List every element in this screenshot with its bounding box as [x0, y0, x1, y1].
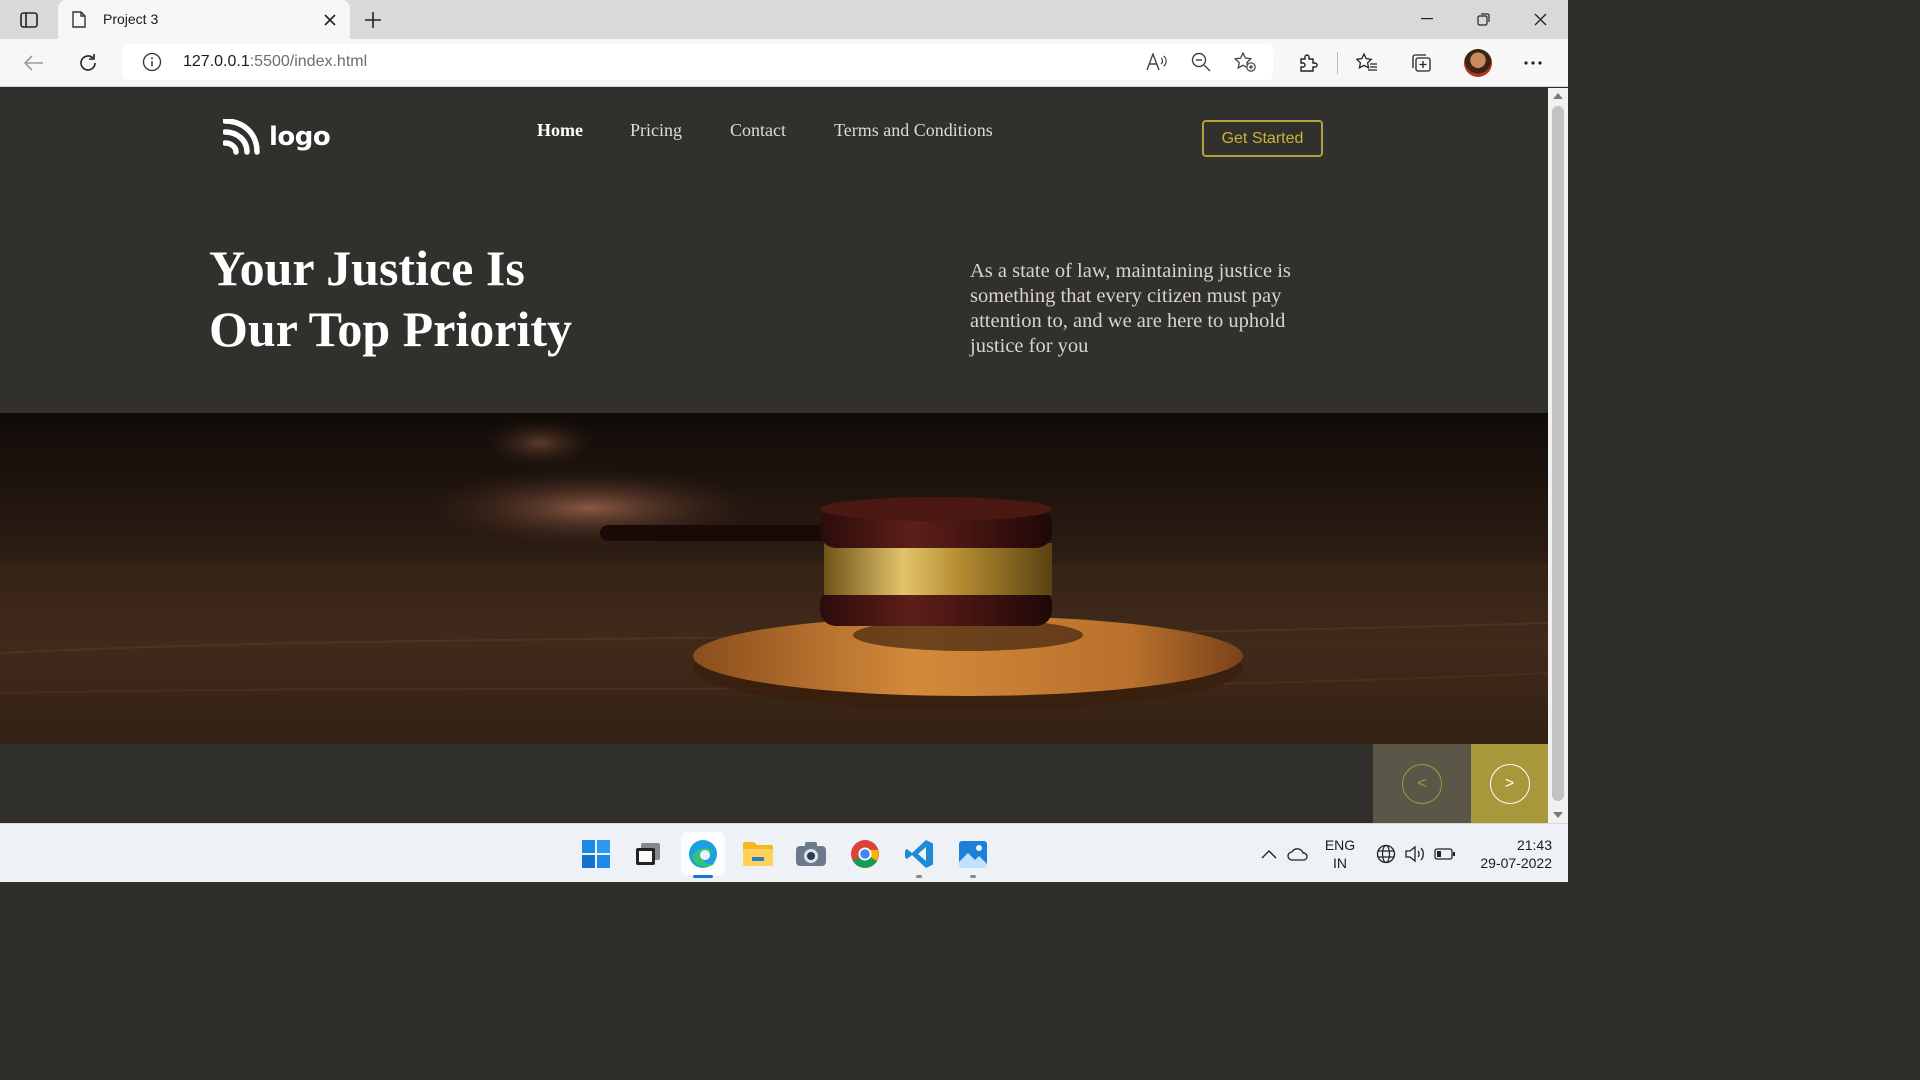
- battery-icon[interactable]: [1434, 844, 1456, 864]
- previous-slide-button[interactable]: <: [1373, 744, 1471, 823]
- zoom-out-icon[interactable]: [1187, 49, 1215, 75]
- more-icon[interactable]: [1518, 49, 1548, 77]
- clock-date: 29-07-2022: [1480, 855, 1552, 871]
- hero-title: Your Justice Is Our Top Priority: [209, 238, 572, 360]
- file-explorer-icon[interactable]: [736, 832, 780, 876]
- document-icon: [72, 11, 86, 33]
- tab-title: Project 3: [103, 11, 159, 27]
- chevron-up-icon[interactable]: [1258, 844, 1280, 864]
- logo-mark-icon: [223, 119, 260, 155]
- address-bar[interactable]: 127.0.0.1:5500/index.html: [122, 44, 1273, 80]
- system-clock[interactable]: 21:43 29-07-2022: [1466, 836, 1552, 872]
- language-region: IN: [1333, 855, 1347, 871]
- url-path: :5500/index.html: [249, 53, 368, 70]
- back-icon[interactable]: [19, 49, 49, 77]
- page-scrollbar[interactable]: [1548, 88, 1568, 823]
- camera-icon[interactable]: [789, 832, 833, 876]
- tab-bar: Project 3: [0, 0, 1568, 39]
- site-logo[interactable]: logo: [223, 119, 331, 155]
- nav-terms[interactable]: Terms and Conditions: [834, 120, 993, 141]
- photos-icon[interactable]: [951, 832, 995, 878]
- info-icon[interactable]: [142, 52, 162, 77]
- close-icon[interactable]: [320, 10, 340, 30]
- previous-label: <: [1402, 763, 1442, 804]
- url-host: 127.0.0.1: [183, 53, 250, 70]
- running-indicator: [916, 875, 922, 878]
- next-label: >: [1489, 763, 1530, 804]
- network-icon[interactable]: [1375, 844, 1397, 864]
- windows-start-icon[interactable]: [574, 832, 618, 876]
- chrome-icon[interactable]: [843, 832, 887, 876]
- volume-icon[interactable]: [1404, 844, 1426, 864]
- get-started-button[interactable]: Get Started: [1202, 120, 1323, 157]
- plus-icon[interactable]: [360, 7, 386, 33]
- nav-home[interactable]: Home: [537, 120, 583, 141]
- gavel-image: [0, 413, 1548, 744]
- collections-icon[interactable]: [1406, 49, 1436, 77]
- nav-pricing[interactable]: Pricing: [630, 120, 682, 141]
- sidebar-icon[interactable]: [14, 8, 44, 32]
- clock-time: 21:43: [1516, 837, 1552, 853]
- extensions-icon[interactable]: [1293, 49, 1323, 77]
- edge-icon[interactable]: [681, 832, 725, 878]
- language-indicator[interactable]: ENG IN: [1322, 836, 1358, 872]
- next-slide-button[interactable]: >: [1471, 744, 1548, 823]
- minimize-icon[interactable]: [1409, 6, 1445, 32]
- language-code: ENG: [1324, 837, 1356, 853]
- page-viewport: logo Home Pricing Contact Terms and Cond…: [0, 88, 1548, 823]
- browser-toolbar: 127.0.0.1:5500/index.html: [0, 39, 1568, 87]
- slider-bar: [0, 744, 1548, 823]
- vscode-icon[interactable]: [897, 832, 941, 878]
- logo-text: logo: [269, 122, 331, 152]
- hero-title-line-2: Our Top Priority: [209, 301, 573, 357]
- running-indicator: [970, 875, 976, 878]
- scrollbar-thumb[interactable]: [1552, 106, 1564, 801]
- hero-title-line-1: Your Justice Is: [209, 240, 525, 296]
- gavel-illustration: [0, 413, 1548, 744]
- restore-icon[interactable]: [1465, 6, 1501, 32]
- scroll-up-icon[interactable]: [1553, 93, 1563, 99]
- read-aloud-icon[interactable]: [1143, 49, 1171, 75]
- window-close-icon[interactable]: [1522, 6, 1558, 32]
- task-view-icon[interactable]: [626, 832, 670, 876]
- refresh-icon[interactable]: [73, 49, 103, 77]
- toolbar-separator: [1337, 52, 1338, 74]
- profile-avatar[interactable]: [1464, 49, 1492, 77]
- active-indicator: [693, 875, 713, 878]
- onedrive-icon[interactable]: [1287, 844, 1309, 864]
- hero-description: As a state of law, maintaining justice i…: [970, 260, 1291, 357]
- windows-taskbar: ENG IN 21:43 29-07-2022: [0, 823, 1568, 882]
- browser-tab[interactable]: Project 3: [58, 0, 350, 39]
- add-favorite-icon[interactable]: [1231, 49, 1259, 75]
- nav-contact[interactable]: Contact: [730, 120, 786, 141]
- scroll-down-icon[interactable]: [1553, 812, 1563, 818]
- url-text[interactable]: 127.0.0.1:5500/index.html: [183, 53, 367, 71]
- favorites-icon[interactable]: [1352, 49, 1382, 77]
